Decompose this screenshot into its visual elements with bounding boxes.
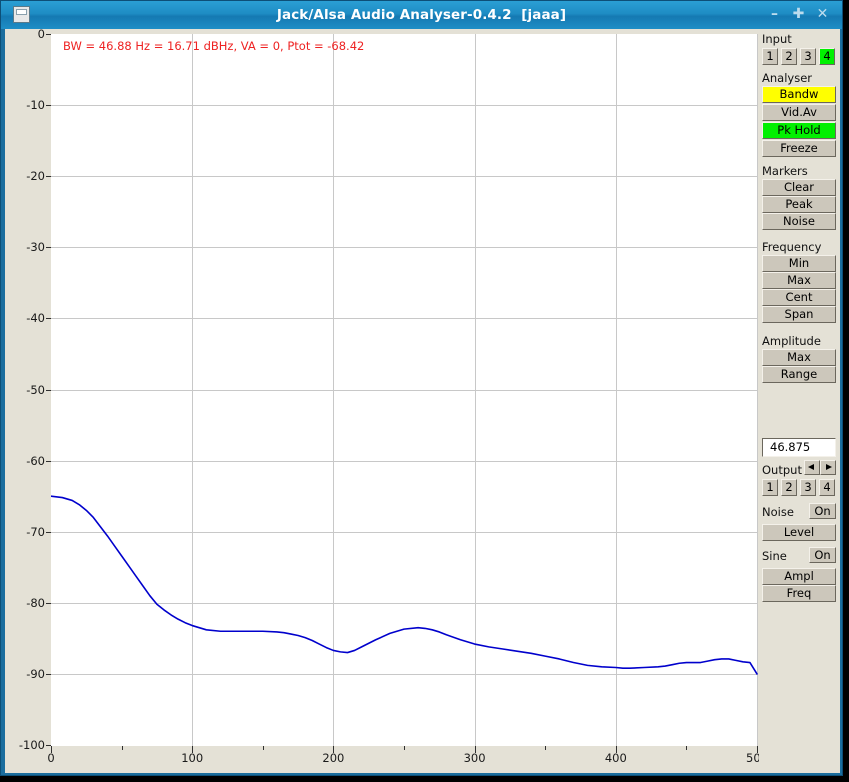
plot-canvas[interactable]	[51, 34, 758, 746]
y-axis-tick	[46, 674, 51, 675]
x-axis-tick-label: 0	[47, 751, 55, 765]
output-button-3[interactable]: 3	[800, 479, 816, 496]
x-axis-minor-tick	[686, 746, 687, 750]
analyser-button-vidav[interactable]: Vid.Av	[762, 104, 836, 121]
frequency-button-min[interactable]: Min	[762, 255, 836, 272]
x-axis-tick-label: 300	[463, 751, 486, 765]
x-axis-tick-label: 100	[181, 751, 204, 765]
y-axis-tick	[46, 105, 51, 106]
y-axis-tick-label: -30	[26, 240, 45, 255]
noise-toggle-button[interactable]: On	[809, 503, 836, 519]
window-title: Jack/Alsa Audio Analyser-0.4.2 [jaaa]	[276, 7, 567, 23]
y-axis-tick	[46, 390, 51, 391]
maximize-button[interactable]: ✚	[789, 5, 808, 24]
x-axis-tick-label: 400	[604, 751, 627, 765]
y-axis-tick	[46, 461, 51, 462]
title-bar: Jack/Alsa Audio Analyser-0.4.2 [jaaa] – …	[1, 1, 842, 29]
x-axis-minor-tick	[263, 746, 264, 750]
spectrum-plot: BW = 46.88 Hz = 16.71 dBHz, VA = 0, Ptot…	[5, 27, 768, 773]
y-axis-tick-label: -60	[26, 453, 45, 468]
triangle-left-icon	[808, 464, 814, 470]
markers-button-peak[interactable]: Peak	[762, 196, 836, 213]
x-axis-tick	[475, 746, 476, 753]
y-axis-tick	[46, 603, 51, 604]
input-button-2[interactable]: 2	[781, 48, 797, 65]
output-button-4[interactable]: 4	[819, 479, 835, 496]
value-increment-button[interactable]	[820, 460, 836, 475]
frequency-button-cent[interactable]: Cent	[762, 289, 836, 306]
frequency-button-span[interactable]: Span	[762, 306, 836, 323]
x-axis-tick	[757, 746, 758, 753]
y-axis-tick	[46, 247, 51, 248]
sine-freq-button[interactable]: Freq	[762, 585, 836, 602]
markers-group-label: Markers	[762, 164, 808, 178]
client-area: BW = 46.88 Hz = 16.71 dBHz, VA = 0, Ptot…	[5, 27, 840, 773]
output-group-label: Output	[762, 463, 802, 477]
sine-toggle-button[interactable]: On	[809, 547, 836, 563]
value-display[interactable]: 46.875	[762, 438, 836, 457]
app-window: Jack/Alsa Audio Analyser-0.4.2 [jaaa] – …	[0, 0, 843, 776]
spectrum-svg	[51, 34, 758, 746]
y-axis-tick-label: -70	[26, 524, 45, 539]
x-axis-minor-tick	[122, 746, 123, 750]
amplitude-group-label: Amplitude	[762, 334, 821, 348]
analyser-button-freeze[interactable]: Freeze	[762, 140, 836, 157]
input-button-4[interactable]: 4	[819, 48, 835, 65]
analyser-group-label: Analyser	[762, 71, 812, 85]
y-axis-tick-label: -50	[26, 382, 45, 397]
input-button-1[interactable]: 1	[762, 48, 778, 65]
x-axis-tick	[333, 746, 334, 753]
x-axis-tick	[616, 746, 617, 753]
y-axis-tick-label: -10	[26, 98, 45, 113]
input-button-3[interactable]: 3	[800, 48, 816, 65]
x-axis-minor-tick	[404, 746, 405, 750]
x-axis-tick	[192, 746, 193, 753]
y-axis-tick	[46, 532, 51, 533]
frequency-button-max[interactable]: Max	[762, 272, 836, 289]
frequency-group-label: Frequency	[762, 240, 822, 254]
output-button-2[interactable]: 2	[781, 479, 797, 496]
x-axis-tick-label: 200	[322, 751, 345, 765]
status-readout: BW = 46.88 Hz = 16.71 dBHz, VA = 0, Ptot…	[63, 39, 365, 53]
x-axis-minor-tick	[545, 746, 546, 750]
y-axis-tick-label: -100	[18, 738, 45, 752]
y-axis-tick-label: -90	[26, 666, 45, 681]
y-axis-tick	[46, 34, 51, 35]
triangle-right-icon	[826, 464, 832, 470]
amplitude-button-max[interactable]: Max	[762, 349, 836, 366]
y-axis-tick-label: -80	[26, 595, 45, 610]
x-axis-tick	[51, 746, 52, 753]
noise-label: Noise	[762, 505, 794, 519]
markers-button-noise[interactable]: Noise	[762, 213, 836, 230]
output-button-1[interactable]: 1	[762, 479, 778, 496]
sine-label: Sine	[762, 549, 787, 563]
minimize-button[interactable]: –	[765, 5, 784, 24]
y-axis-tick	[46, 318, 51, 319]
analyser-button-bandw[interactable]: Bandw	[762, 86, 836, 103]
y-axis-tick	[46, 176, 51, 177]
amplitude-button-range[interactable]: Range	[762, 366, 836, 383]
analyser-button-pkhold[interactable]: Pk Hold	[762, 122, 836, 139]
sine-ampl-button[interactable]: Ampl	[762, 568, 836, 585]
noise-level-button[interactable]: Level	[762, 524, 836, 541]
control-panel: Input 1 2 3 4 Analyser Bandw Vid.Av Pk H…	[759, 29, 840, 773]
markers-button-clear[interactable]: Clear	[762, 179, 836, 196]
y-axis-tick-label: 0	[37, 27, 45, 41]
y-axis-tick-label: -20	[26, 169, 45, 184]
y-axis-tick-label: -40	[26, 311, 45, 326]
input-group-label: Input	[762, 32, 792, 46]
value-decrement-button[interactable]	[804, 460, 820, 475]
close-button[interactable]: ✕	[813, 5, 832, 24]
